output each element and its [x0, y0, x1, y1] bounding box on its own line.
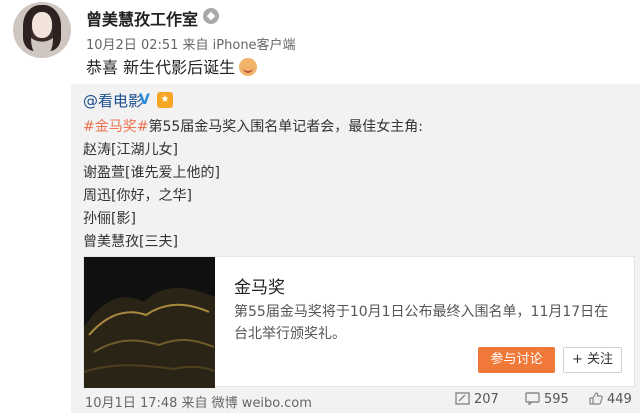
- repost-intro: 第55届金马奖入围名单记者会，最佳女主角:: [148, 119, 423, 135]
- nominee-line: 孙俪[影]: [83, 211, 136, 227]
- repost-count: 207: [474, 392, 499, 407]
- like-icon: [589, 392, 603, 405]
- topic-card[interactable]: 金马奖 第55届金马奖将于10月1日公布最终入围名单，11月17日在台北举行颁奖…: [83, 256, 635, 388]
- topic-card-image[interactable]: [84, 257, 215, 388]
- join-discussion-button[interactable]: 参与讨论: [478, 347, 555, 373]
- author-avatar[interactable]: [13, 2, 71, 58]
- post-meta: 10月2日 02:51 来自 iPhone客户端: [86, 38, 296, 53]
- reposted-content: @看电影 V ★ #金马奖#第55届金马奖入围名单记者会，最佳女主角: 赵涛[江…: [71, 84, 640, 389]
- avatar-face: [32, 12, 52, 38]
- follow-button[interactable]: + 关注: [563, 347, 622, 373]
- topic-card-description: 第55届金马奖将于10月1日公布最终入围名单，11月17日在台北举行颁奖礼。: [234, 304, 609, 342]
- repost-icon: [455, 392, 470, 405]
- weibo-post: 曾美慧孜工作室 ◆ 10月2日 02:51 来自 iPhone客户端 恭喜 新生…: [0, 0, 640, 90]
- nominee-line: 谢盈萱[谁先爱上他的]: [83, 165, 220, 181]
- member-icon[interactable]: ◆: [203, 8, 219, 24]
- topic-card-title[interactable]: 金马奖: [234, 273, 285, 298]
- hashtag-link[interactable]: #金马奖#: [83, 119, 148, 135]
- post-text: 恭喜 新生代影后诞生: [86, 54, 258, 78]
- post-author-name[interactable]: 曾美慧孜工作室: [86, 6, 198, 30]
- comment-count: 595: [544, 392, 569, 407]
- nominee-line: 赵涛[江湖儿女]: [83, 142, 178, 158]
- repost-meta: 10月1日 17:48 来自 微博 weibo.com: [85, 396, 312, 411]
- celebrate-emoji-icon: [239, 58, 258, 76]
- repost-intro-line: #金马奖#第55届金马奖入围名单记者会，最佳女主角:: [83, 116, 423, 136]
- repost-action[interactable]: 207: [455, 392, 499, 407]
- nominee-line: 周迅[你好，之华]: [83, 188, 192, 204]
- nominee-line: 曾美慧孜[三夫]: [83, 234, 178, 250]
- post-text-content: 恭喜 新生代影后诞生: [86, 58, 236, 77]
- like-count: 449: [607, 392, 632, 407]
- repost-footer: 10月1日 17:48 来自 微博 weibo.com 207 595 449: [71, 389, 640, 413]
- vip-icon: ★: [157, 92, 173, 108]
- repost-author-link[interactable]: @看电影: [83, 90, 143, 111]
- verified-icon: V: [139, 92, 150, 108]
- comment-icon: [525, 392, 540, 405]
- comment-action[interactable]: 595: [525, 392, 569, 407]
- like-action[interactable]: 449: [588, 392, 632, 407]
